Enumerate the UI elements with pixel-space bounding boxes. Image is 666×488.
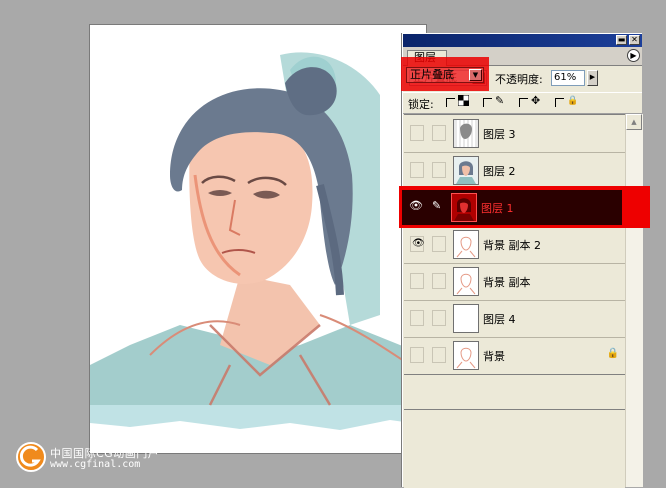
layer-thumbnail <box>453 230 479 259</box>
eye-icon: 👁 <box>412 238 425 249</box>
opacity-label: 不透明度: <box>495 73 543 86</box>
lock-image-checkbox[interactable] <box>483 98 492 107</box>
scroll-up-button[interactable]: ▲ <box>626 114 642 130</box>
blend-mode-value: 正片叠底 <box>410 68 454 81</box>
link-toggle[interactable] <box>432 162 446 178</box>
link-toggle[interactable] <box>432 310 446 326</box>
brush-icon[interactable]: ✎ <box>432 199 441 212</box>
minimize-icon: ▬ <box>617 35 626 44</box>
layer-row[interactable]: 图层 3 <box>404 115 625 153</box>
eye-icon[interactable]: 👁 <box>409 199 423 212</box>
visibility-toggle[interactable] <box>410 310 424 326</box>
chevron-down-icon[interactable]: ▼ <box>469 69 482 81</box>
layer-name: 图层 2 <box>483 165 516 178</box>
layer-row[interactable]: 图层 2 <box>404 152 625 190</box>
layer-thumbnail <box>453 119 479 148</box>
lock-label: 锁定: <box>408 98 434 111</box>
arrow-up-icon: ▲ <box>631 118 637 126</box>
layer-name: 图层 4 <box>483 313 516 326</box>
lock-position-checkbox[interactable] <box>519 98 528 107</box>
close-button[interactable]: ✕ <box>629 35 640 45</box>
blend-mode-select-highlighted[interactable]: 正片叠底 ▼ <box>406 67 484 83</box>
link-toggle[interactable] <box>432 125 446 141</box>
link-toggle[interactable] <box>432 236 446 252</box>
link-toggle[interactable] <box>432 347 446 363</box>
link-toggle[interactable] <box>432 273 446 289</box>
layer-row[interactable]: 图层 4 <box>404 300 625 338</box>
layer-thumbnail <box>453 304 479 333</box>
layer-thumbnail <box>451 193 477 222</box>
lock-transparency-checkbox[interactable] <box>446 98 455 107</box>
lock-icon: 🔒 <box>567 96 579 106</box>
lock-row: 锁定: ✎ ✥ 🔒 <box>403 92 642 114</box>
visibility-toggle[interactable]: 👁 <box>410 236 425 252</box>
visibility-toggle[interactable] <box>410 273 424 289</box>
move-icon: ✥ <box>531 94 541 107</box>
panel-menu-button[interactable]: ▶ <box>627 49 640 62</box>
layer-list: 图层 3 图层 2 👁 背景 副本 2 背景 副本 图层 4 背景 🔒 <box>404 114 625 409</box>
layers-panel: ▬ ✕ 图层 ▶ 正片叠底 ▼ 不透明度: 61% ▶ 锁定: ✎ ✥ 🔒 <box>402 33 643 488</box>
opacity-slider-button[interactable]: ▶ <box>587 70 598 86</box>
layer-thumbnail <box>453 267 479 296</box>
layer-list-scrollbar[interactable]: ▲ <box>625 114 643 487</box>
lock-all-checkbox[interactable] <box>555 98 564 107</box>
layer-thumbnail <box>453 156 479 185</box>
layer-name: 背景 <box>483 350 505 363</box>
opacity-input[interactable]: 61% <box>551 70 585 86</box>
layer-name: 背景 副本 <box>483 276 531 289</box>
layer-thumbnail <box>453 341 479 370</box>
document-canvas[interactable] <box>89 24 427 454</box>
layer-row[interactable]: 背景 🔒 <box>404 337 625 375</box>
layer-name: 图层 1 <box>481 202 514 215</box>
arrow-right-icon: ▶ <box>630 51 637 60</box>
portrait-artwork <box>90 52 426 430</box>
layer-row[interactable]: 👁 背景 副本 2 <box>404 226 625 264</box>
selected-layer-content[interactable]: 👁 ✎ 图层 1 <box>402 190 622 225</box>
minimize-button[interactable]: ▬ <box>616 35 627 45</box>
lock-icon: 🔒 <box>606 348 619 359</box>
visibility-toggle[interactable] <box>410 125 424 141</box>
panel-titlebar[interactable]: ▬ ✕ <box>403 34 642 47</box>
visibility-toggle[interactable] <box>410 162 424 178</box>
panel-empty-area <box>404 409 625 488</box>
checker-icon <box>457 94 470 109</box>
cgfinal-watermark: 中国国际CG动画门户 www.cgfinal.com <box>14 440 234 476</box>
cgfinal-logo-icon <box>16 442 46 472</box>
watermark-url: www.cgfinal.com <box>50 459 141 470</box>
layer-name: 背景 副本 2 <box>483 239 541 252</box>
layer-row[interactable]: 背景 副本 <box>404 263 625 301</box>
visibility-toggle[interactable] <box>410 347 424 363</box>
brush-icon: ✎ <box>495 94 505 107</box>
layer-name: 图层 3 <box>483 128 516 141</box>
close-icon: ✕ <box>631 35 638 44</box>
